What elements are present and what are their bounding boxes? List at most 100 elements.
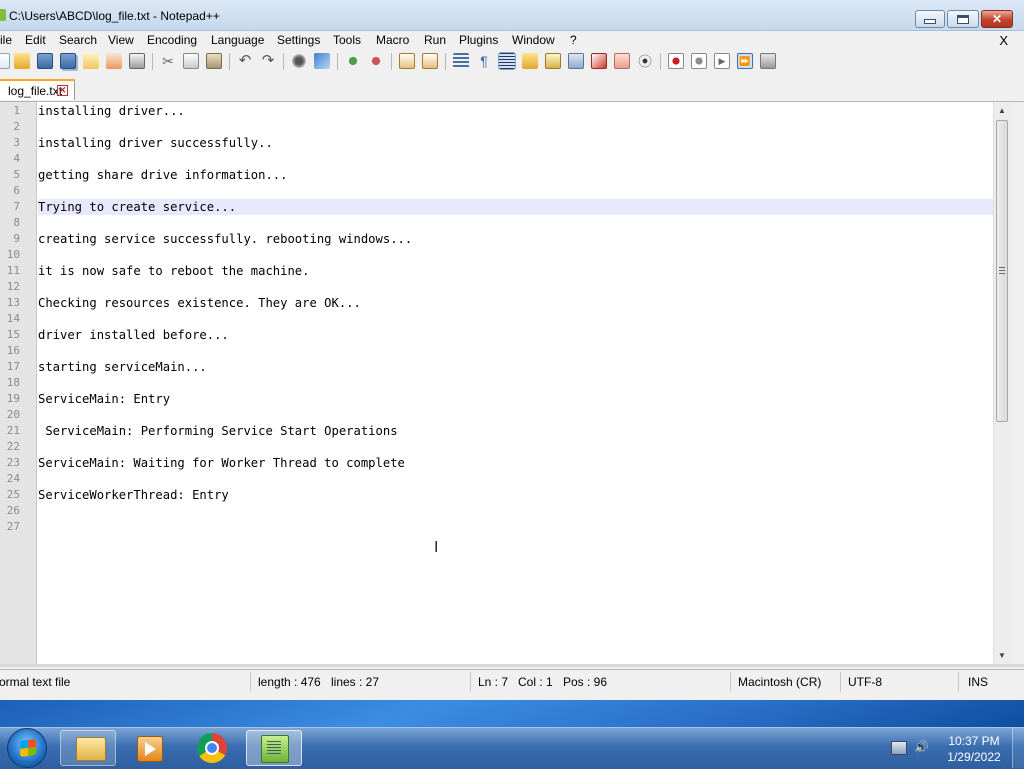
code-line[interactable]: getting share drive information... [38, 167, 993, 183]
find-icon[interactable] [291, 53, 307, 69]
stop-macro-icon[interactable] [691, 53, 707, 69]
code-line[interactable] [38, 311, 993, 327]
code-line[interactable]: Trying to create service... [38, 199, 993, 215]
network-icon[interactable] [891, 741, 907, 755]
open-file-icon[interactable] [14, 53, 30, 69]
maximize-button[interactable] [947, 10, 979, 28]
zoom-in-icon[interactable] [345, 53, 361, 69]
minimize-button[interactable] [915, 10, 945, 28]
code-line[interactable]: ServiceMain: Performing Service Start Op… [38, 423, 993, 439]
menu-tools[interactable]: Tools [333, 33, 361, 47]
save-all-icon[interactable] [60, 53, 76, 69]
taskbar-chrome[interactable] [184, 730, 240, 766]
code-line[interactable]: installing driver... [38, 103, 993, 119]
sync-vertical-icon[interactable] [399, 53, 415, 69]
tab-close-icon[interactable]: ✕ [57, 85, 68, 96]
tab-log-file[interactable]: log_file.txt ✕ [0, 79, 75, 100]
document-list-icon[interactable] [614, 53, 630, 69]
restore-icon [957, 14, 969, 24]
close-icon[interactable] [83, 53, 99, 69]
code-line[interactable] [38, 375, 993, 391]
status-encoding[interactable]: UTF-8 [848, 675, 882, 689]
line-number: 22 [6, 440, 20, 453]
close-document-button[interactable]: X [999, 33, 1008, 48]
status-eol[interactable]: Macintosh (CR) [738, 675, 821, 689]
menu-help[interactable]: ? [570, 33, 577, 47]
menu-macro[interactable]: Macro [376, 33, 409, 47]
menu-search[interactable]: Search [59, 33, 97, 47]
word-wrap-icon[interactable] [453, 53, 469, 69]
function-list-icon[interactable] [568, 53, 584, 69]
replace-icon[interactable] [314, 53, 330, 69]
new-file-icon[interactable] [0, 53, 10, 69]
code-line[interactable] [38, 439, 993, 455]
code-line[interactable]: ServiceMain: Entry [38, 391, 993, 407]
code-line[interactable]: it is now safe to reboot the machine. [38, 263, 993, 279]
close-all-icon[interactable] [106, 53, 122, 69]
run-macro-multiple-icon[interactable]: ⏩ [737, 53, 753, 69]
taskbar-notepad-plus-plus[interactable] [246, 730, 302, 766]
redo-icon[interactable]: ↷ [260, 53, 276, 69]
scroll-down-icon[interactable]: ▼ [994, 647, 1010, 664]
undo-icon[interactable]: ↶ [237, 53, 253, 69]
status-insert-mode[interactable]: INS [968, 675, 988, 689]
save-icon[interactable] [37, 53, 53, 69]
paste-icon[interactable] [206, 53, 222, 69]
doc-map-icon[interactable] [545, 53, 561, 69]
code-line[interactable]: ServiceWorkerThread: Entry [38, 487, 993, 503]
play-macro-icon[interactable]: ▶ [714, 53, 730, 69]
record-macro-icon[interactable] [668, 53, 684, 69]
cut-icon[interactable]: ✂ [160, 53, 176, 69]
volume-icon[interactable]: 🔊 [914, 741, 929, 753]
show-all-characters-icon[interactable]: ¶ [476, 53, 492, 69]
scrollbar-thumb[interactable] [996, 120, 1008, 422]
sync-horizontal-icon[interactable] [422, 53, 438, 69]
menu-run[interactable]: Run [424, 33, 446, 47]
menu-view[interactable]: View [108, 33, 134, 47]
menu-settings[interactable]: Settings [277, 33, 320, 47]
folder-as-workspace-icon[interactable] [591, 53, 607, 69]
code-line[interactable] [38, 247, 993, 263]
vertical-scrollbar[interactable]: ▲ ▼ [993, 102, 1010, 664]
start-button[interactable] [7, 728, 47, 768]
code-line[interactable]: creating service successfully. rebooting… [38, 231, 993, 247]
code-line[interactable] [38, 471, 993, 487]
save-macro-icon[interactable] [760, 53, 776, 69]
system-clock[interactable]: 10:37 PM 1/29/2022 [944, 733, 1004, 765]
monitoring-icon[interactable] [637, 53, 653, 69]
code-line[interactable]: driver installed before... [38, 327, 993, 343]
menu-window[interactable]: Window [512, 33, 555, 47]
code-line[interactable] [38, 183, 993, 199]
code-line[interactable] [38, 407, 993, 423]
line-number: 2 [13, 120, 20, 133]
code-line[interactable] [38, 151, 993, 167]
user-language-icon[interactable] [522, 53, 538, 69]
menu-plugins[interactable]: Plugins [459, 33, 498, 47]
indent-guide-icon[interactable] [498, 52, 516, 70]
menu-encoding[interactable]: Encoding [147, 33, 197, 47]
menu-language[interactable]: Language [211, 33, 264, 47]
zoom-out-icon[interactable] [368, 53, 384, 69]
code-line[interactable]: ServiceMain: Waiting for Worker Thread t… [38, 455, 993, 471]
close-button[interactable]: ✕ [981, 10, 1013, 28]
scroll-up-icon[interactable]: ▲ [994, 102, 1010, 119]
code-line[interactable]: Checking resources existence. They are O… [38, 295, 993, 311]
code-line[interactable] [38, 215, 993, 231]
taskbar-media-player[interactable] [122, 730, 178, 766]
code-line[interactable] [38, 503, 993, 519]
text-editor[interactable]: 1 2 3 4 5 6 7 8 9 10 11 12 13 14 15 16 17 18 19 20 21 22 23 24 2… [0, 102, 1010, 664]
code-line[interactable] [38, 519, 993, 535]
status-separator [730, 672, 731, 692]
code-line[interactable]: starting serviceMain... [38, 359, 993, 375]
title-bar[interactable]: C:\Users\ABCD\log_file.txt - Notepad++ ✕ [0, 0, 1024, 31]
taskbar-explorer[interactable] [60, 730, 116, 766]
show-desktop-button[interactable] [1012, 728, 1024, 768]
menu-file[interactable]: ile [0, 33, 12, 47]
print-icon[interactable] [129, 53, 145, 69]
code-line[interactable] [38, 343, 993, 359]
copy-icon[interactable] [183, 53, 199, 69]
code-line[interactable]: installing driver successfully.. [38, 135, 993, 151]
code-line[interactable] [38, 279, 993, 295]
menu-edit[interactable]: Edit [25, 33, 46, 47]
code-line[interactable] [38, 119, 993, 135]
